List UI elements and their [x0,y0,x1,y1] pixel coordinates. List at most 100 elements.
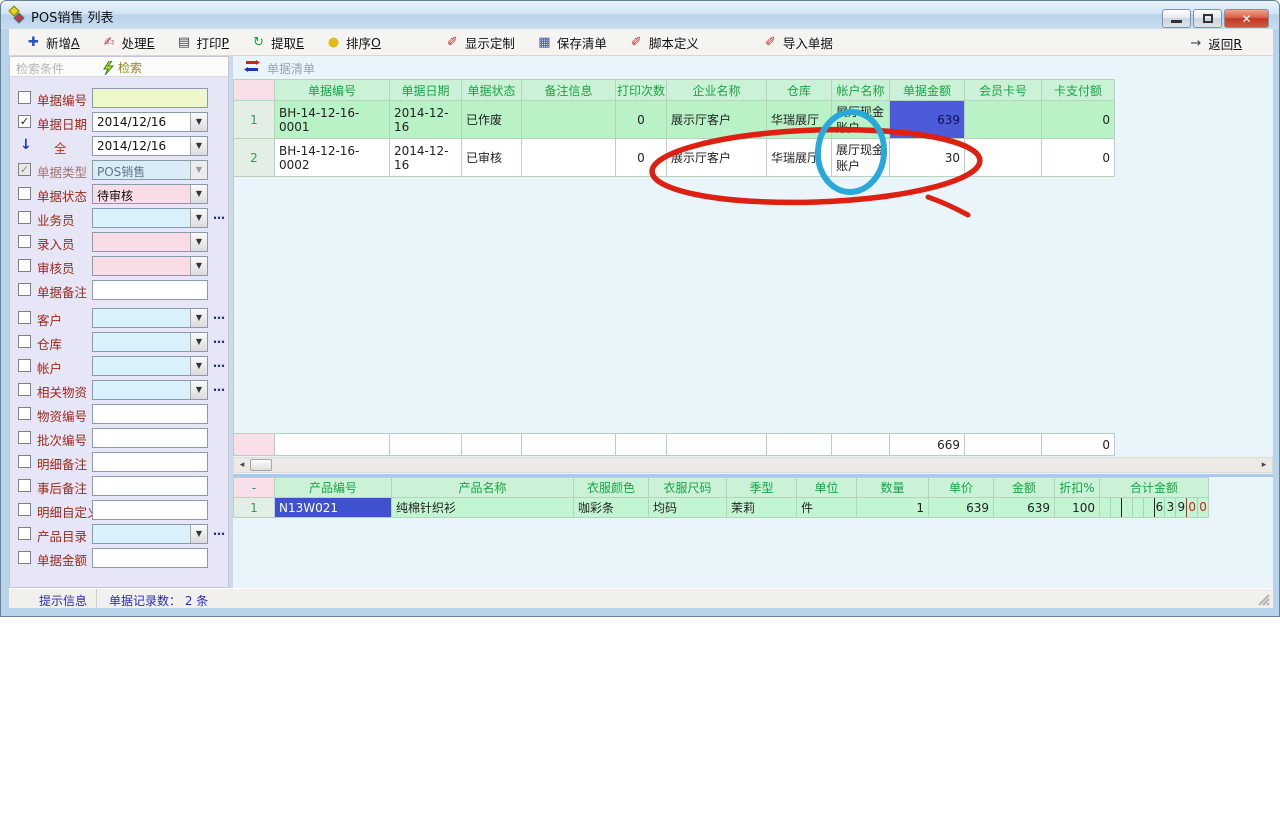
field-input[interactable] [92,500,208,520]
table-cell[interactable]: 2014-12-16 [390,139,462,177]
field-dropdown[interactable]: 待审核▼ [92,184,208,204]
field-checkbox[interactable] [18,235,31,248]
table-cell[interactable]: BH-14-12-16-0002 [275,139,390,177]
field-dropdown[interactable]: ▼ [92,332,208,352]
chevron-down-icon[interactable]: ▼ [190,137,207,155]
more-button[interactable]: … [213,380,226,394]
table-cell[interactable]: 咖彩条 [574,498,649,518]
more-button[interactable]: … [213,524,226,538]
chevron-down-icon[interactable]: ▼ [190,257,207,275]
field-checkbox[interactable] [18,211,31,224]
field-checkbox[interactable] [18,431,31,444]
table-cell[interactable]: 0 [616,101,667,139]
close-button[interactable]: ✕ [1224,9,1269,28]
chevron-down-icon[interactable]: ▼ [190,333,207,351]
field-dropdown[interactable]: ▼ [92,208,208,228]
table-cell[interactable]: 展示厅客户 [667,139,767,177]
field-checkbox[interactable] [18,187,31,200]
table-cell[interactable] [522,139,616,177]
field-input[interactable] [92,404,208,424]
table-cell[interactable]: 均码 [649,498,727,518]
table-cell[interactable]: 华瑞展厅 [767,101,832,139]
field-checkbox[interactable] [18,335,31,348]
chevron-down-icon[interactable]: ▼ [190,357,207,375]
more-button[interactable]: … [213,332,226,346]
title-bar[interactable]: POS销售 列表 ✕ [1,1,1279,29]
chevron-down-icon[interactable]: ▼ [190,233,207,251]
field-input[interactable] [92,280,208,300]
table-cell[interactable]: 件 [797,498,857,518]
field-checkbox[interactable] [18,527,31,540]
process-button[interactable]: ✍处理E [97,31,159,54]
field-dropdown[interactable]: 2014/12/16▼ [92,112,208,132]
chevron-down-icon[interactable]: ▼ [190,381,207,399]
field-checkbox[interactable] [18,479,31,492]
display-customize-button[interactable]: ✐显示定制 [440,31,519,54]
resize-grip-icon[interactable] [1257,593,1270,606]
more-button[interactable]: … [213,308,226,322]
field-checkbox[interactable] [18,91,31,104]
field-dropdown[interactable]: ▼ [92,232,208,252]
more-button[interactable]: … [213,208,226,222]
chevron-down-icon[interactable]: ▼ [190,185,207,203]
field-checkbox[interactable] [18,503,31,516]
table-cell[interactable]: 30 [890,139,965,177]
table-cell[interactable]: 2 [234,139,275,177]
field-dropdown[interactable]: ▼ [92,524,208,544]
field-checkbox[interactable] [18,259,31,272]
field-dropdown[interactable]: 2014/12/16▼ [92,136,208,156]
field-input[interactable] [92,548,208,568]
table-cell[interactable]: N13W021 [275,498,392,518]
field-checkbox[interactable] [18,551,31,564]
table-cell[interactable]: 展示厅客户 [667,101,767,139]
chevron-down-icon[interactable]: ▼ [190,209,207,227]
field-checkbox[interactable] [18,455,31,468]
field-dropdown[interactable]: ▼ [92,308,208,328]
field-checkbox[interactable] [18,311,31,324]
field-checkbox[interactable] [18,359,31,372]
table-cell[interactable] [965,139,1042,177]
chevron-down-icon[interactable]: ▼ [190,309,207,327]
table-cell[interactable]: 0 [1042,101,1115,139]
field-checkbox[interactable]: ✓ [18,163,31,176]
field-checkbox[interactable]: ✓ [18,115,31,128]
table-cell[interactable]: 已审核 [462,139,522,177]
table-cell[interactable]: 展厅现金账户 [832,101,890,139]
field-input[interactable] [92,88,208,108]
table-cell[interactable]: 1 [857,498,929,518]
field-checkbox[interactable] [18,407,31,420]
field-checkbox[interactable] [18,283,31,296]
field-input[interactable] [92,476,208,496]
horizontal-scrollbar[interactable]: ◂ ▸ [233,457,1273,473]
field-input[interactable] [92,428,208,448]
field-dropdown[interactable]: ▼ [92,356,208,376]
field-dropdown[interactable]: POS销售▼ [92,160,208,180]
sort-button[interactable]: ●排序O [321,31,385,54]
table-cell[interactable] [522,101,616,139]
more-button[interactable]: … [213,356,226,370]
extract-button[interactable]: ↻提取E [246,31,308,54]
table-cell[interactable]: 纯棉针织衫 [392,498,574,518]
chevron-down-icon[interactable]: ▼ [190,525,207,543]
chevron-down-icon[interactable]: ▼ [190,113,207,131]
field-input[interactable] [92,452,208,472]
script-define-button[interactable]: ✐脚本定义 [624,31,703,54]
table-cell[interactable]: 100 [1055,498,1100,518]
table-row[interactable]: 1N13W021纯棉针织衫咖彩条均码茉莉件163963910063900 [234,498,1209,518]
scroll-right-icon[interactable]: ▸ [1257,459,1271,471]
table-cell[interactable]: 华瑞展厅 [767,139,832,177]
return-button[interactable]: →返回R [1183,32,1246,55]
save-list-button[interactable]: ▦保存清单 [532,31,611,54]
table-cell[interactable]: 展厅现金账户 [832,139,890,177]
search-button[interactable]: 检索 [102,59,142,76]
table-cell[interactable]: 63900 [1100,498,1209,518]
table-cell[interactable]: BH-14-12-16-0001 [275,101,390,139]
table-cell[interactable]: 0 [616,139,667,177]
table-cell[interactable] [965,101,1042,139]
field-checkbox[interactable] [18,383,31,396]
new-button[interactable]: ✚新增A [21,31,84,54]
print-button[interactable]: ▤打印P [172,31,234,54]
table-cell[interactable]: 2014-12-16 [390,101,462,139]
scrollbar-thumb[interactable] [250,459,272,471]
table-cell[interactable]: 639 [890,101,965,139]
